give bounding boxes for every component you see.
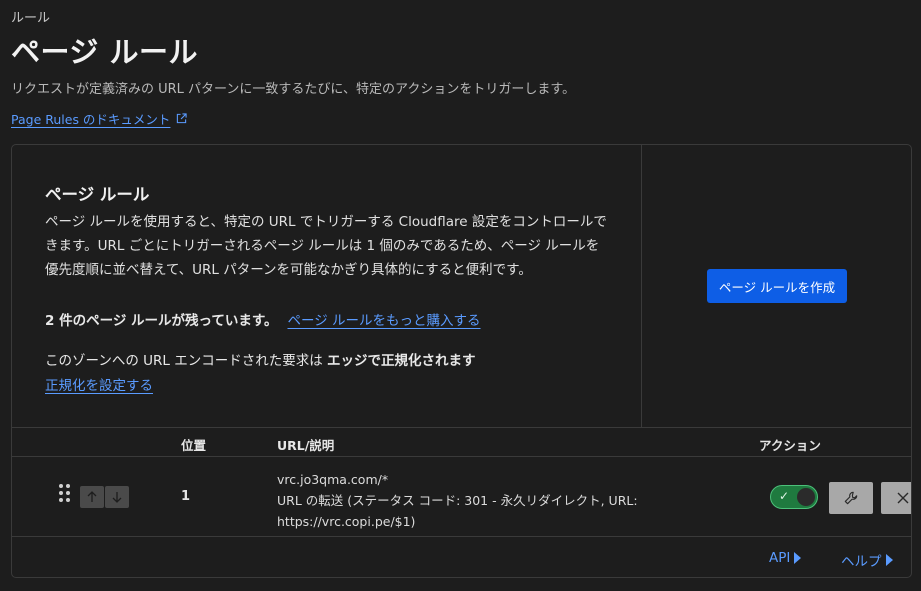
external-link-icon [177,113,188,124]
normalization-status: このゾーンへの URL エンコードされた要求は エッジで正規化されます [45,349,475,369]
move-down-button[interactable] [105,486,129,508]
documentation-link[interactable]: Page Rules のドキュメント [11,109,188,128]
buy-more-rules-link[interactable]: ページ ルールをもっと購入する [288,309,481,329]
rule-details: vrc.jo3qma.com/* URL の転送 (ステータス コード: 301… [277,469,717,532]
help-link-label: ヘルプ [841,554,882,570]
page-rules-card: ページ ルール ページ ルールを使用すると、特定の URL でトリガーする Cl… [11,144,912,578]
intro-body: ページ ルールを使用すると、特定の URL でトリガーする Cloudflare… [45,214,607,278]
api-link[interactable]: API [769,550,802,566]
check-icon: ✓ [779,489,790,503]
arrow-up-icon [87,491,97,502]
configure-normalization-link[interactable]: 正規化を設定する [45,374,153,394]
create-panel: ページ ルールを作成 [642,145,911,427]
toggle-knob [797,488,815,506]
column-position: 位置 [181,438,207,453]
edit-rule-button[interactable] [829,482,873,514]
drag-handle-icon[interactable] [59,484,70,502]
arrow-down-icon [112,492,122,503]
column-url: URL/説明 [277,438,335,453]
reorder-buttons [80,486,129,508]
move-up-button[interactable] [80,486,104,508]
rule-description: URL の転送 (ステータス コード: 301 - 永久リダイレクト, URL:… [277,493,638,529]
breadcrumb: ルール [11,11,51,26]
table-row: 1 vrc.jo3qma.com/* URL の転送 (ステータス コード: 3… [12,457,911,537]
api-link-label: API [769,550,791,566]
close-icon [897,492,909,504]
rule-url: vrc.jo3qma.com/* [277,472,389,487]
normalization-status-bold: エッジで正規化されます [326,353,476,369]
wrench-icon [844,491,858,505]
normalization-prefix: このゾーンへの URL エンコードされた要求は [45,353,327,369]
documentation-link-label: Page Rules のドキュメント [11,112,171,127]
caret-right-icon [794,552,802,564]
help-link[interactable]: ヘルプ [841,550,893,570]
page-description: リクエストが定義済みの URL パターンに一致するたびに、特定のアクションをトリ… [11,82,576,97]
rule-position: 1 [181,489,191,504]
page-title: ページ ルール [11,35,199,69]
column-actions: アクション [759,438,821,453]
remaining-rules: 2 件のページ ルールが残っています。 ページ ルールをもっと購入する [45,309,481,329]
delete-rule-button[interactable] [881,482,911,514]
create-page-rule-button[interactable]: ページ ルールを作成 [707,269,847,303]
intro-panel: ページ ルール ページ ルールを使用すると、特定の URL でトリガーする Cl… [12,145,642,427]
intro-title: ページ ルール [45,185,150,204]
rule-enabled-toggle[interactable]: ✓ [770,485,818,509]
rules-table-header: 位置 URL/説明 アクション [12,427,911,457]
remaining-rules-text: 2 件のページ ルールが残っています。 [45,313,278,329]
caret-right-icon [885,554,893,566]
